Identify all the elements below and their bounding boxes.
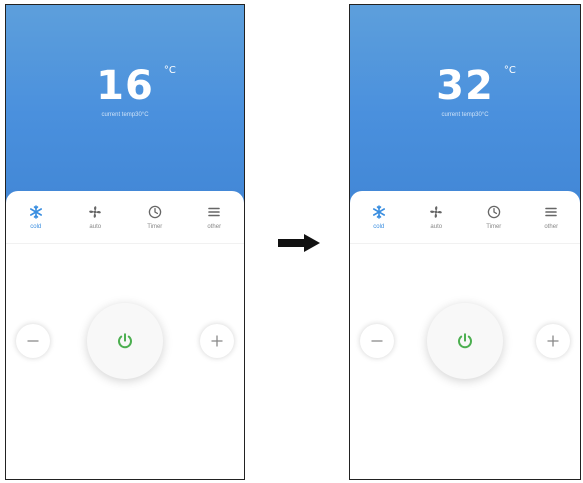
plus-icon bbox=[547, 335, 559, 347]
menu-icon bbox=[206, 204, 222, 220]
plus-icon bbox=[211, 335, 223, 347]
clock-icon bbox=[147, 204, 163, 220]
clock-icon bbox=[486, 204, 502, 220]
mode-cold-button[interactable]: cold bbox=[356, 204, 402, 230]
decrease-temp-button[interactable] bbox=[16, 324, 50, 358]
current-temperature-label: current temp30°C bbox=[441, 112, 489, 118]
mode-auto-button[interactable]: auto bbox=[72, 204, 118, 230]
fan-icon bbox=[87, 204, 103, 220]
increase-temp-button[interactable] bbox=[200, 324, 234, 358]
menu-icon bbox=[543, 204, 559, 220]
mode-cold-label: cold bbox=[373, 224, 385, 230]
temperature-value: 32 bbox=[436, 63, 494, 109]
mode-cold-button[interactable]: cold bbox=[13, 204, 59, 230]
minus-icon bbox=[371, 340, 383, 342]
temperature-unit: °C bbox=[503, 65, 516, 76]
temperature-header: 32 °C current temp30°C bbox=[350, 5, 580, 205]
temperature-display: 16 °C bbox=[96, 63, 176, 109]
decrease-temp-button[interactable] bbox=[360, 324, 394, 358]
minus-icon bbox=[27, 340, 39, 342]
temperature-header: 16 °C current temp30°C bbox=[6, 5, 244, 205]
mode-other-button[interactable]: other bbox=[528, 204, 574, 230]
mode-auto-label: auto bbox=[89, 224, 102, 230]
mode-other-button[interactable]: other bbox=[191, 204, 237, 230]
temperature-display: 32 °C bbox=[436, 63, 516, 109]
power-icon bbox=[118, 333, 132, 349]
fan-icon bbox=[428, 204, 444, 220]
power-button[interactable] bbox=[87, 303, 163, 379]
mode-cold-label: cold bbox=[30, 224, 42, 230]
mode-timer-label: Timer bbox=[147, 224, 163, 230]
power-button[interactable] bbox=[427, 303, 503, 379]
increase-temp-button[interactable] bbox=[536, 324, 570, 358]
temperature-value: 16 bbox=[96, 63, 154, 109]
control-row bbox=[6, 301, 244, 381]
mode-auto-button[interactable]: auto bbox=[413, 204, 459, 230]
mode-other-label: other bbox=[207, 224, 222, 230]
control-panel: cold auto Timer other bbox=[6, 191, 244, 479]
mode-auto-label: auto bbox=[430, 224, 443, 230]
control-panel: cold auto Timer other bbox=[350, 191, 580, 479]
phone-screen-after: 32 °C current temp30°C cold auto Timer o… bbox=[349, 4, 581, 480]
temperature-unit: °C bbox=[163, 65, 176, 76]
mode-timer-button[interactable]: Timer bbox=[471, 204, 517, 230]
current-temperature-label: current temp30°C bbox=[101, 112, 149, 118]
mode-timer-label: Timer bbox=[486, 224, 502, 230]
mode-bar: cold auto Timer other bbox=[350, 191, 580, 244]
transition-arrow-icon bbox=[278, 234, 320, 252]
snowflake-icon bbox=[371, 204, 387, 220]
snowflake-icon bbox=[28, 204, 44, 220]
mode-other-label: other bbox=[544, 224, 559, 230]
mode-bar: cold auto Timer other bbox=[6, 191, 244, 244]
control-row bbox=[350, 301, 580, 381]
phone-screen-before: 16 °C current temp30°C cold auto Timer o… bbox=[5, 4, 245, 480]
power-icon bbox=[458, 333, 472, 349]
mode-timer-button[interactable]: Timer bbox=[132, 204, 178, 230]
